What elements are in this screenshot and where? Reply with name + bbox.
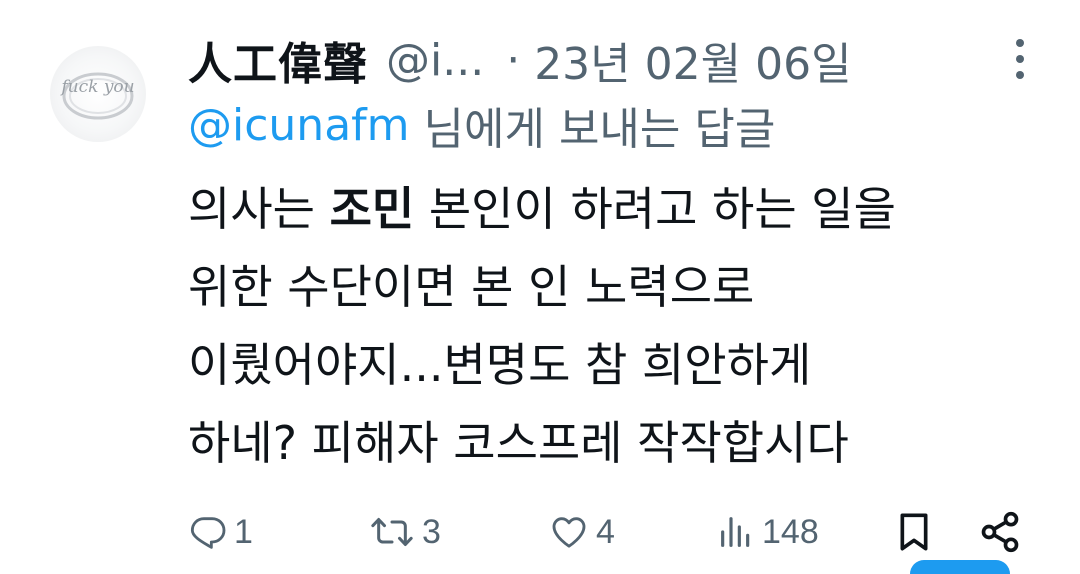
avatar-script-text: fuck you (59, 77, 134, 97)
author-handle[interactable]: @i... (386, 35, 484, 86)
bookmark-icon (900, 513, 928, 551)
tweet-body: 의사는 조민 본인이 하려고 하는 일을 위한 수단이면 본 인 노력으로 이뤘… (188, 170, 1048, 482)
reply-mention-link[interactable]: @icunafm (188, 100, 410, 151)
body-text-segment: 이뤘어야지...변명도 참 희안하게 (188, 338, 812, 392)
tweet-body-line: 이뤘어야지...변명도 참 희안하게 (188, 326, 1048, 404)
more-vertical-icon (1016, 39, 1024, 79)
views-count: 148 (762, 512, 819, 551)
author-name[interactable]: 人工偉聲 (188, 28, 368, 92)
reply-button[interactable]: 1 (188, 504, 253, 560)
tweet-body-line: 의사는 조민 본인이 하려고 하는 일을 (188, 170, 1048, 248)
reply-count: 1 (234, 512, 253, 551)
tweet-date[interactable]: 23년 02월 06일 (534, 28, 851, 92)
bookmark-button[interactable] (894, 504, 934, 560)
retweet-count: 3 (422, 512, 441, 551)
tweet-body-line: 하네? 피해자 코스프레 작작합시다 (188, 404, 1048, 482)
tweet-header: 人工偉聲 @i... · 23년 02월 06일 (188, 20, 852, 100)
retweet-icon (371, 518, 413, 546)
avatar[interactable]: fuck you (50, 46, 146, 142)
body-text-segment: 위한 수단이면 본 인 노력으로 (188, 260, 755, 314)
body-text-segment: 하네? 피해자 코스프레 작작합시다 (188, 416, 849, 470)
share-icon (981, 511, 1019, 553)
reply-context-text: 님에게 보내는 답글 (423, 104, 776, 155)
body-bold-segment: 조민 (329, 182, 415, 236)
views-icon (721, 517, 750, 547)
tweet-body-line: 위한 수단이면 본 인 노력으로 (188, 248, 1048, 326)
like-button[interactable]: 4 (548, 504, 615, 560)
like-count: 4 (596, 512, 615, 551)
reply-icon (190, 517, 226, 549)
body-text-segment: 의사는 (188, 182, 330, 236)
views-button[interactable]: 148 (716, 504, 819, 560)
ring-image: fuck you (59, 72, 135, 120)
share-button[interactable] (978, 504, 1022, 560)
floating-button-edge[interactable] (910, 560, 1010, 574)
retweet-button[interactable]: 3 (368, 504, 441, 560)
reply-context: @icunafm 님에게 보내는 답글 (188, 94, 775, 156)
like-icon (552, 517, 586, 548)
body-text-segment: 본인이 하려고 하는 일을 (414, 182, 896, 236)
more-options-button[interactable] (1005, 36, 1035, 82)
header-separator: · (506, 34, 521, 86)
tweet-action-bar: 1 3 4 148 (188, 504, 1048, 560)
